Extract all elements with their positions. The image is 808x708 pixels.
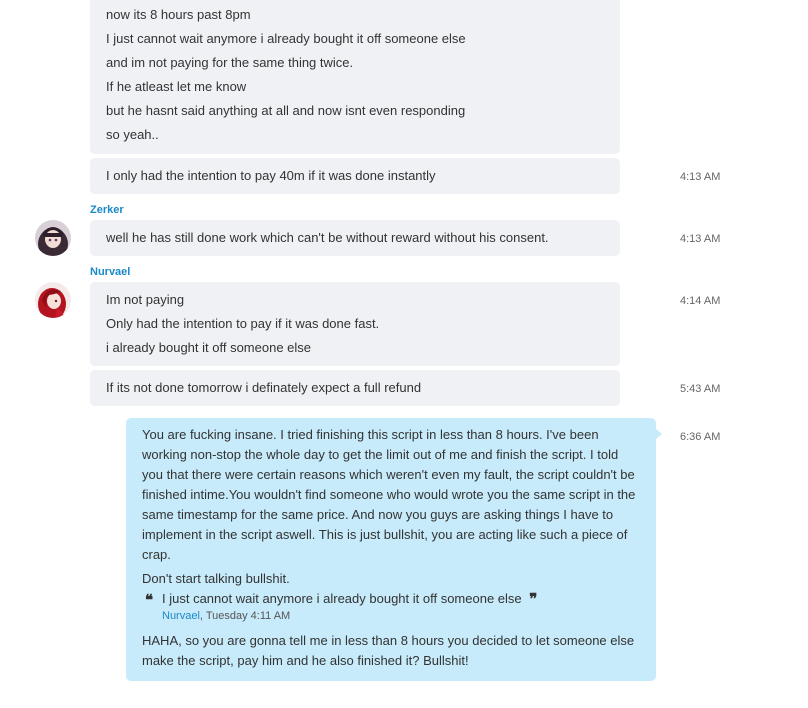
message-timestamp: 5:43 AM bbox=[680, 383, 721, 395]
quote-timestamp: , Tuesday 4:11 AM bbox=[199, 610, 291, 622]
quote-meta: Nurvael, Tuesday 4:11 AM bbox=[162, 609, 640, 623]
quote-author[interactable]: Nurvael bbox=[162, 610, 200, 622]
avatar[interactable] bbox=[35, 220, 71, 256]
sender-name[interactable]: Zerker bbox=[90, 203, 124, 217]
message-bubble[interactable]: If its not done tomorrow i definately ex… bbox=[90, 370, 620, 406]
bubble-tail bbox=[655, 428, 662, 440]
zerker-avatar-image bbox=[35, 220, 71, 256]
message-bubble[interactable]: I only had the intention to pay 40m if i… bbox=[90, 158, 620, 194]
message-line: I only had the intention to pay 40m if i… bbox=[106, 168, 436, 183]
message-line: so yeah.. bbox=[106, 127, 159, 142]
open-quote-icon: ❝ bbox=[145, 591, 154, 609]
message-paragraph: You are fucking insane. I tried finishin… bbox=[142, 427, 636, 562]
message-line: and im not paying for the same thing twi… bbox=[106, 55, 354, 70]
quoted-text: I just cannot wait anymore i already bou… bbox=[162, 591, 522, 606]
message-timestamp: 4:14 AM bbox=[680, 295, 721, 307]
message-bubble[interactable]: well he has still done work which can't … bbox=[90, 220, 620, 256]
message-line: I just cannot wait anymore i already bou… bbox=[106, 31, 466, 46]
message-paragraph: Don't start talking bullshit. bbox=[142, 571, 290, 586]
message-line: Only had the intention to pay if it was … bbox=[106, 316, 380, 331]
sender-name[interactable]: Nurvael bbox=[90, 265, 130, 279]
nurvael-avatar-image bbox=[35, 282, 71, 318]
outgoing-message-bubble[interactable]: You are fucking insane. I tried finishin… bbox=[126, 418, 662, 681]
message-bubble[interactable]: Im not paying Only had the intention to … bbox=[90, 282, 620, 366]
close-quote-icon: ❞ bbox=[529, 590, 538, 608]
message-line: If he atleast let me know bbox=[106, 79, 247, 94]
message-timestamp: 6:36 AM bbox=[680, 431, 721, 443]
message-timestamp: 4:13 AM bbox=[680, 171, 721, 183]
message-line: well he has still done work which can't … bbox=[106, 230, 549, 245]
message-line: now its 8 hours past 8pm bbox=[106, 7, 251, 22]
avatar[interactable] bbox=[35, 282, 71, 318]
message-line: If its not done tomorrow i definately ex… bbox=[106, 380, 422, 395]
message-bubble[interactable]: now its 8 hours past 8pm I just cannot w… bbox=[90, 0, 620, 154]
quoted-message[interactable]: ❝ I just cannot wait anymore i already b… bbox=[142, 589, 640, 627]
message-timestamp: 4:13 AM bbox=[680, 233, 721, 245]
message-line: but he hasnt said anything at all and no… bbox=[106, 103, 466, 118]
message-paragraph: HAHA, so you are gonna tell me in less t… bbox=[142, 633, 635, 668]
message-line: Im not paying bbox=[106, 292, 185, 307]
message-line: i already bought it off someone else bbox=[106, 340, 312, 355]
